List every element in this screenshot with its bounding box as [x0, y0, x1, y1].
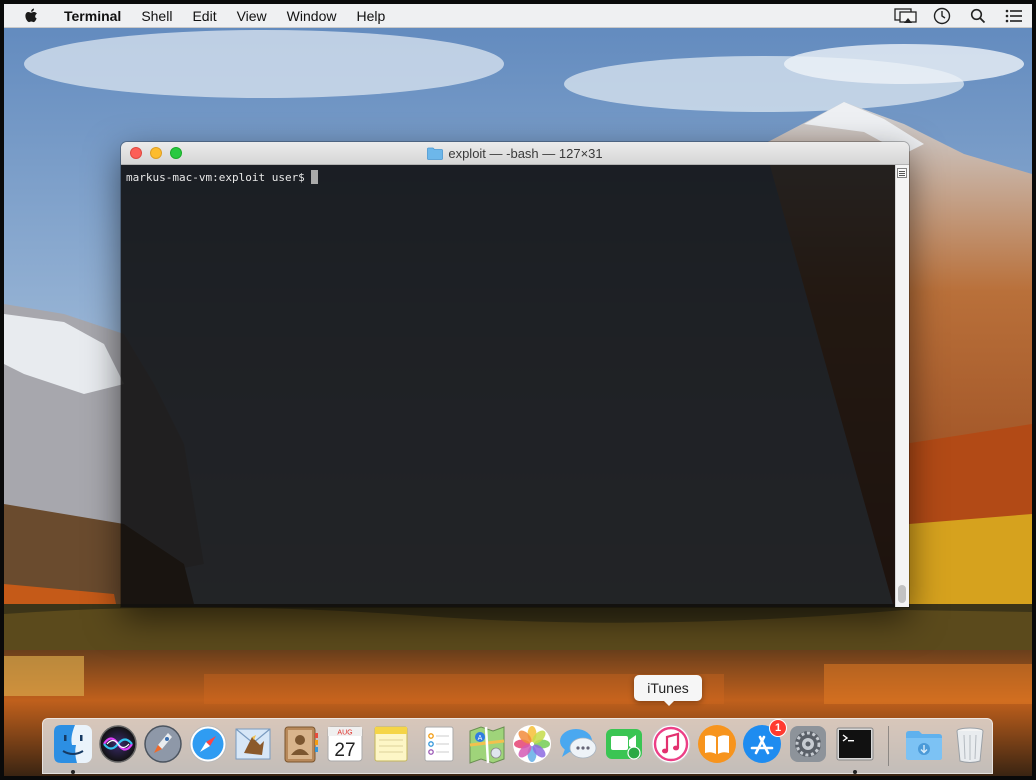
dock-item-contacts[interactable]: [279, 723, 321, 765]
desktop[interactable]: Terminal Shell Edit View Window Help exp…: [4, 4, 1032, 776]
dock-item-mail[interactable]: [232, 723, 274, 765]
dock-running-indicator: [853, 770, 857, 774]
dock-item-launchpad[interactable]: [142, 723, 184, 765]
calendar-month: AUG: [337, 730, 352, 737]
menu-help[interactable]: Help: [346, 4, 395, 28]
notification-badge: 1: [769, 719, 787, 737]
contacts-icon: [284, 726, 318, 763]
dock-tooltip-arrow: [663, 700, 675, 706]
dock-item-reminders[interactable]: [418, 723, 460, 765]
dock-item-facetime[interactable]: [603, 723, 645, 765]
time-machine-icon[interactable]: [924, 4, 960, 28]
screen-frame: Terminal Shell Edit View Window Help exp…: [0, 0, 1036, 780]
photos-icon: [513, 725, 551, 763]
maps-icon: A: [469, 726, 505, 764]
dock-item-finder[interactable]: [52, 723, 94, 765]
calendar-day: 27: [334, 740, 355, 761]
reminders-icon: [424, 726, 454, 762]
window-title: exploit — -bash — 127×31: [448, 145, 603, 161]
safari-icon: [189, 725, 227, 763]
dock-separator: [888, 726, 889, 766]
shell-prompt: markus-mac-vm:exploit user$: [126, 170, 305, 184]
terminal-content[interactable]: markus-mac-vm:exploit user$: [121, 165, 909, 607]
notification-center-icon[interactable]: [996, 4, 1032, 28]
siri-icon: [99, 725, 137, 763]
dock: AUG 27 A 1: [42, 718, 993, 774]
dock-item-notes[interactable]: [370, 723, 412, 765]
terminal-icon: [836, 727, 874, 761]
launchpad-icon: [144, 725, 182, 763]
zoom-window-button[interactable]: [170, 147, 182, 159]
close-window-button[interactable]: [130, 147, 142, 159]
dock-item-terminal[interactable]: [834, 723, 876, 765]
split-pane-icon[interactable]: [897, 168, 907, 178]
vertical-scrollbar[interactable]: [895, 165, 909, 607]
messages-icon: [560, 729, 597, 759]
menu-app-terminal[interactable]: Terminal: [58, 4, 131, 28]
dock-tooltip: iTunes: [634, 675, 702, 701]
downloads-folder-icon: [906, 731, 942, 760]
menu-window[interactable]: Window: [277, 4, 347, 28]
dock-item-siri[interactable]: [97, 723, 139, 765]
window-titlebar[interactable]: exploit — -bash — 127×31: [121, 142, 909, 165]
text-cursor: [310, 170, 318, 184]
dock-item-itunes[interactable]: [650, 723, 692, 765]
dock-item-safari[interactable]: [187, 723, 229, 765]
svg-text:A: A: [478, 735, 483, 742]
notes-icon: [374, 726, 408, 762]
scrollbar-thumb[interactable]: [898, 585, 906, 603]
dock-running-indicator: [71, 770, 75, 774]
system-preferences-icon: [790, 726, 826, 762]
terminal-window[interactable]: exploit — -bash — 127×31 markus-mac-vm:e…: [121, 142, 909, 607]
menu-edit[interactable]: Edit: [182, 4, 226, 28]
dock-item-downloads[interactable]: [903, 723, 945, 765]
ibooks-icon: [698, 725, 736, 763]
dock-item-system-preferences[interactable]: [787, 723, 829, 765]
itunes-icon: [651, 724, 691, 764]
dock-item-trash[interactable]: [949, 723, 991, 765]
menu-bar: Terminal Shell Edit View Window Help: [4, 4, 1032, 28]
folder-icon: [427, 147, 444, 160]
apple-menu-icon[interactable]: [24, 4, 42, 28]
trash-icon: [956, 727, 984, 763]
dock-item-messages[interactable]: [557, 723, 599, 765]
menu-view[interactable]: View: [227, 4, 277, 28]
dock-item-maps[interactable]: A: [466, 723, 508, 765]
minimize-window-button[interactable]: [150, 147, 162, 159]
menu-shell[interactable]: Shell: [131, 4, 182, 28]
dock-item-ibooks[interactable]: [696, 723, 738, 765]
terminal-prompt-line: markus-mac-vm:exploit user$: [126, 170, 318, 184]
window-title-group: exploit — -bash — 127×31: [427, 145, 603, 161]
dock-item-app-store[interactable]: 1: [741, 719, 787, 765]
airplay-display-icon[interactable]: [888, 4, 924, 28]
calendar-icon: AUG 27: [327, 726, 363, 762]
facetime-icon: [606, 729, 642, 760]
dock-item-calendar[interactable]: AUG 27: [324, 723, 366, 765]
spotlight-search-icon[interactable]: [960, 4, 996, 28]
dock-item-photos[interactable]: [511, 723, 553, 765]
mail-icon: [235, 728, 271, 760]
finder-icon: [54, 725, 92, 763]
